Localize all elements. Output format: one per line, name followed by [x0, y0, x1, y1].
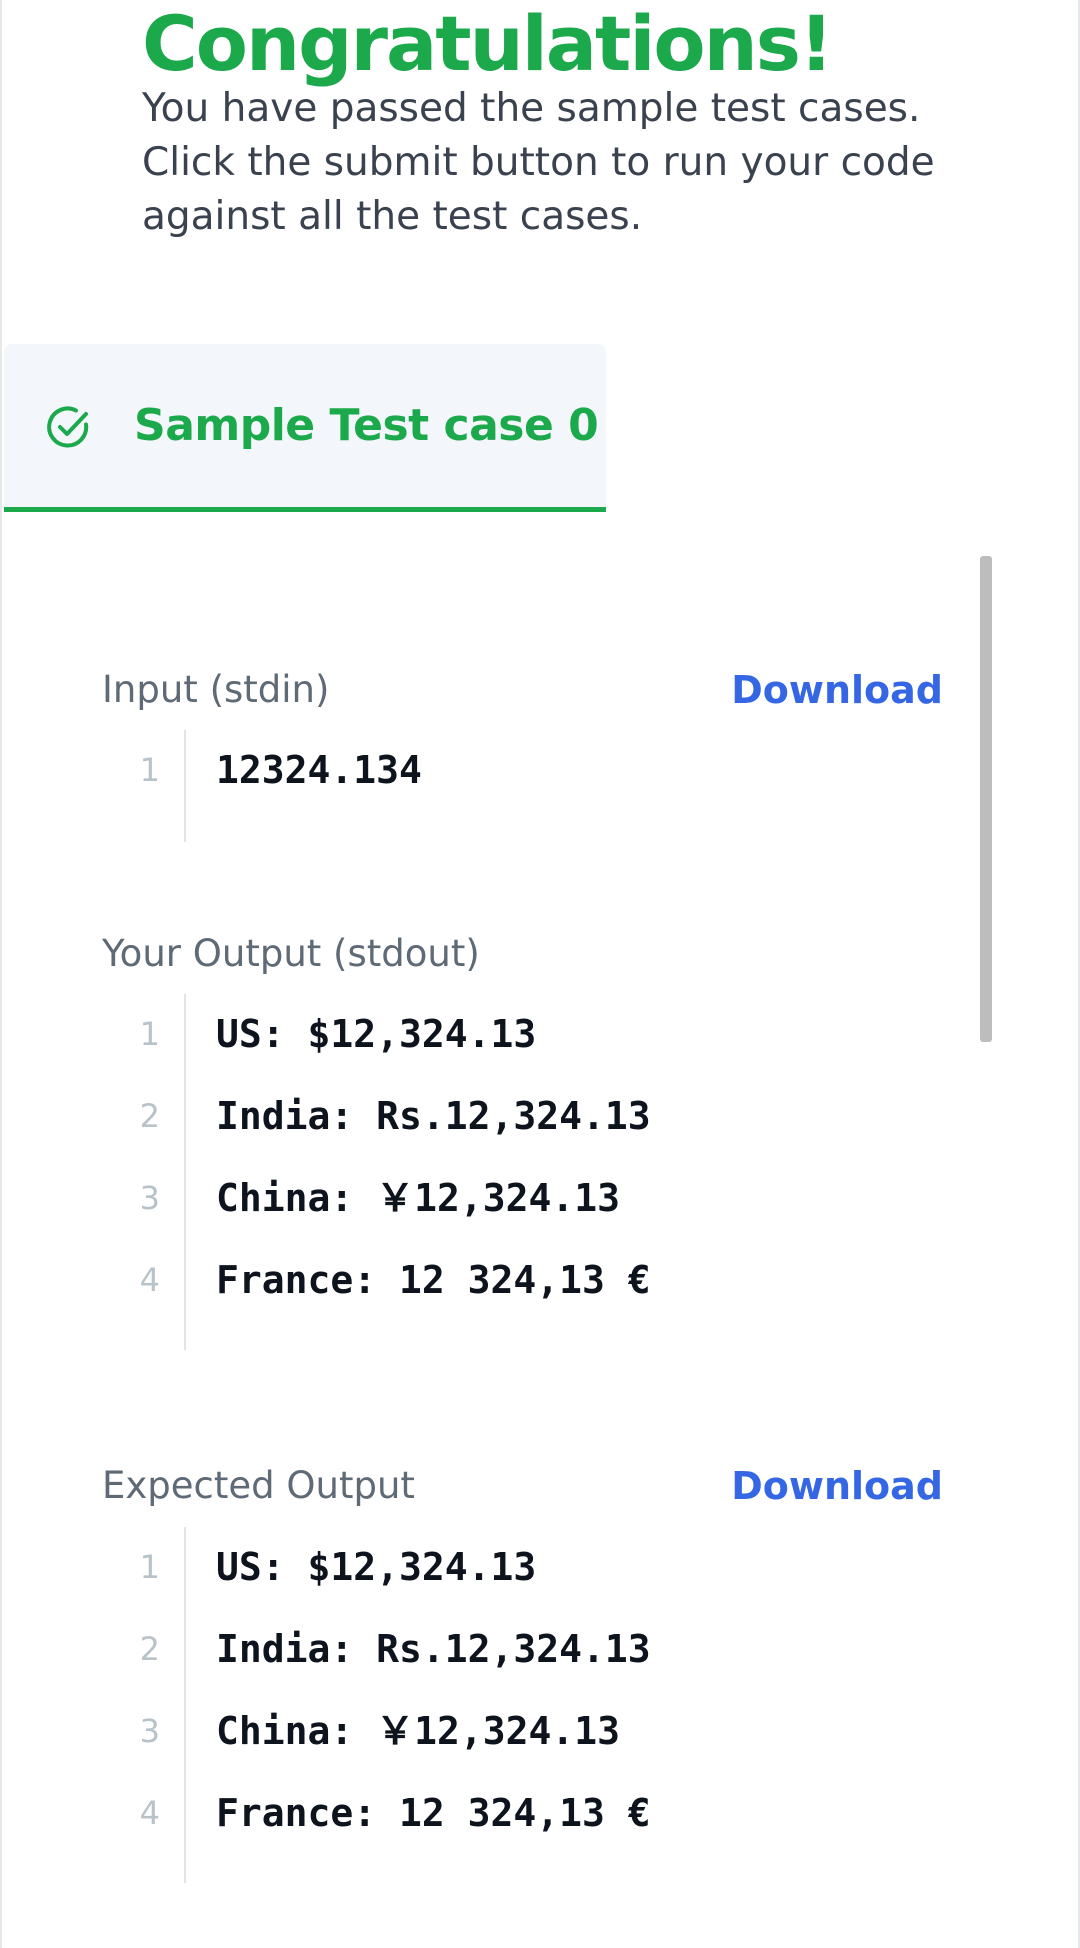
your-output-label: Your Output (stdout) [102, 932, 480, 975]
scrollbar-thumb[interactable] [980, 556, 992, 1042]
code-line: 1 12324.134 [102, 730, 942, 812]
your-output-code-block: 1 US: $12,324.13 2 India: Rs.12,324.13 3… [102, 994, 942, 1350]
line-number: 3 [139, 1179, 160, 1217]
expected-output-code-block: 1 US: $12,324.13 2 India: Rs.12,324.13 3… [102, 1527, 942, 1883]
input-download-link[interactable]: Download [731, 666, 943, 714]
active-tab-indicator [4, 507, 606, 512]
code-line: 1 US: $12,324.13 [102, 994, 942, 1076]
code-line: 4 France: 12 324,13 € [102, 1773, 942, 1855]
line-text: 12324.134 [216, 748, 422, 792]
expected-output-label: Expected Output [102, 1464, 415, 1507]
code-line: 2 India: Rs.12,324.13 [102, 1076, 942, 1158]
code-line: 2 India: Rs.12,324.13 [102, 1609, 942, 1691]
line-number: 4 [139, 1794, 160, 1832]
code-line: 4 France: 12 324,13 € [102, 1240, 942, 1322]
input-label: Input (stdin) [102, 668, 330, 711]
congratulations-title: Congratulations! [142, 0, 834, 88]
tab-label[interactable]: Sample Test case 0 [134, 398, 599, 454]
line-number: 4 [139, 1261, 160, 1299]
line-text: US: $12,324.13 [216, 1545, 537, 1589]
line-number: 1 [139, 1548, 160, 1586]
line-number: 1 [139, 751, 160, 789]
input-code-block: 1 12324.134 [102, 730, 942, 842]
line-text: France: 12 324,13 € [216, 1258, 651, 1302]
line-text: China: ￥12,324.13 [216, 1709, 621, 1753]
line-text: France: 12 324,13 € [216, 1791, 651, 1835]
line-text: China: ￥12,324.13 [216, 1176, 621, 1220]
line-number: 1 [139, 1015, 160, 1053]
line-number: 3 [139, 1712, 160, 1750]
code-line: 3 China: ￥12,324.13 [102, 1158, 942, 1240]
line-text: India: Rs.12,324.13 [216, 1627, 651, 1671]
expected-output-download-link[interactable]: Download [731, 1462, 943, 1510]
line-text: US: $12,324.13 [216, 1012, 537, 1056]
result-message: You have passed the sample test cases. C… [142, 86, 935, 239]
code-line: 3 China: ￥12,324.13 [102, 1691, 942, 1773]
line-number: 2 [139, 1630, 160, 1668]
check-circle-icon [47, 406, 89, 448]
left-frame-border [0, 0, 2, 1948]
code-line: 1 US: $12,324.13 [102, 1527, 942, 1609]
line-number: 2 [139, 1097, 160, 1135]
line-text: India: Rs.12,324.13 [216, 1094, 651, 1138]
